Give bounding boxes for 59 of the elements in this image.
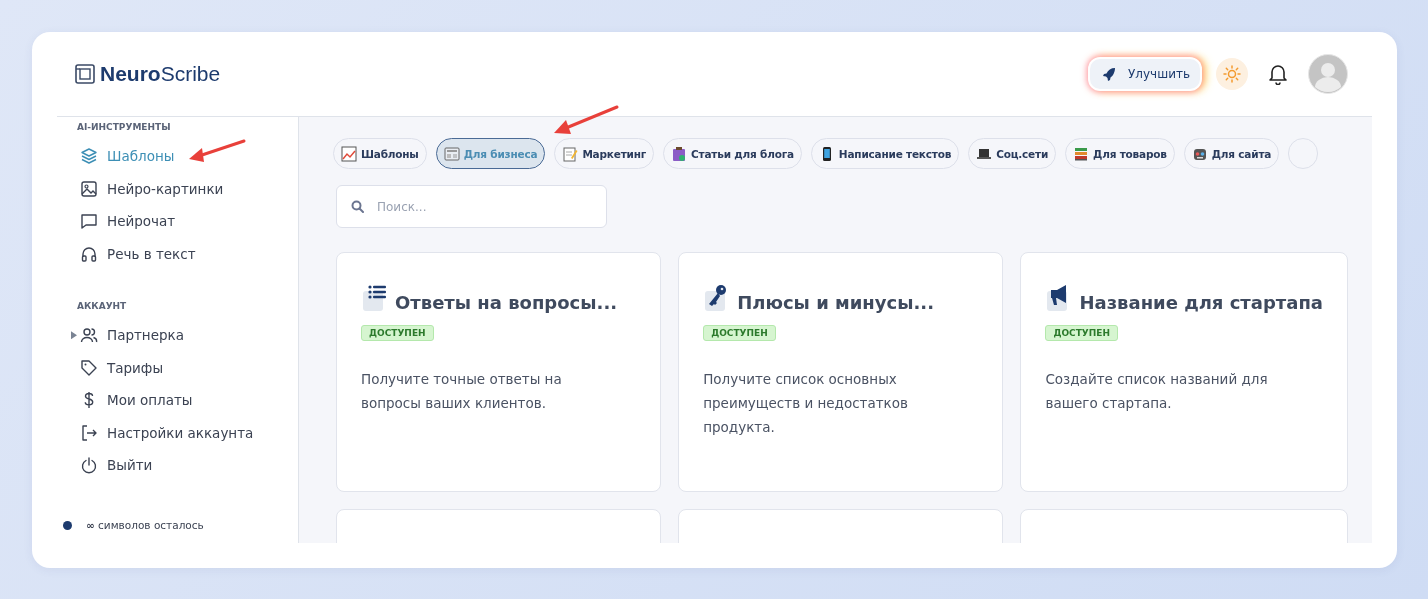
section-heading: AI-ИНСТРУМЕНТЫ	[76, 121, 172, 134]
chart-icon	[341, 145, 357, 162]
theme-toggle-button[interactable]	[1216, 58, 1248, 90]
card-description: Создайте список названий для вашего стартапа.	[1045, 370, 1269, 413]
category-chip[interactable]: Для сайта	[1183, 138, 1280, 169]
category-chip[interactable]: Для товаров	[1065, 138, 1175, 169]
status-badge: ДОСТУПЕН	[1045, 325, 1118, 341]
section-heading: АККАУНТ	[76, 300, 128, 313]
category-chip[interactable]: Написание текстов	[810, 138, 960, 169]
nav-item[interactable]: Шаблоны	[57, 140, 175, 173]
nav-item[interactable]: Мои оплаты	[57, 384, 193, 417]
tag-icon	[80, 358, 98, 377]
credits-remaining: ∞ символов осталось	[86, 519, 204, 531]
logo-icon	[75, 64, 95, 84]
nav-item[interactable]: Партнерка	[57, 319, 184, 352]
category-chip[interactable]: Маркетинг	[554, 138, 655, 169]
nav-item[interactable]: Настройки аккаунта	[57, 416, 254, 449]
card-title: Название для стартапа	[1079, 292, 1323, 313]
people-icon	[80, 326, 98, 345]
avatar[interactable]	[1308, 54, 1348, 94]
caret-icon	[71, 331, 77, 340]
nav-item[interactable]: Речь в текст	[57, 237, 196, 270]
power-icon	[80, 456, 98, 475]
status-dot	[63, 520, 72, 530]
newspaper-icon	[443, 145, 460, 162]
card-title: Ответы на вопросы...	[395, 292, 618, 313]
nav-item[interactable]: Тарифы	[57, 351, 164, 384]
annotation-arrow	[552, 104, 620, 136]
card-title: Плюсы и минусы...	[737, 292, 934, 313]
card-description: Получите точные ответы на вопросы ваших клиентов.	[361, 370, 563, 413]
template-card[interactable]: Плюсы и минусы... ДОСТУПЕН Получите список основных преимуществ и недостатков продукта.	[678, 252, 1004, 492]
upgrade-button[interactable]: Улучшить	[1090, 59, 1200, 89]
template-card[interactable]: Название для стартапа ДОСТУПЕН Создайте список названий для вашего стартапа.	[1020, 252, 1348, 492]
category-chip[interactable]: Шаблоны	[333, 138, 427, 169]
clipboard-icon	[671, 145, 688, 162]
search-field[interactable]: Поиск...	[336, 185, 607, 228]
exit-icon	[80, 423, 98, 442]
status-badge: ДОСТУПЕН	[703, 325, 776, 341]
rocket-icon	[1102, 67, 1116, 81]
category-chip[interactable]: Статьи для блога	[663, 138, 802, 169]
layers-icon	[80, 147, 98, 166]
list-icon	[361, 283, 389, 313]
nav-item[interactable]: Выйти	[57, 449, 153, 482]
template-card[interactable]: Ответы на вопросы... ДОСТУПЕН Получите точные ответы на вопросы ваших клиентов.	[336, 252, 662, 492]
card-description: Получите список основных преимуществ и недостатков продукта.	[703, 370, 909, 437]
memo-icon	[562, 145, 579, 162]
category-chip[interactable]	[1288, 138, 1319, 169]
sun-icon	[1223, 65, 1241, 83]
status-badge: ДОСТУПЕН	[361, 325, 434, 341]
nav-item[interactable]: Нейрочат	[57, 205, 176, 238]
bell-icon[interactable]	[1268, 63, 1288, 85]
books-icon	[1073, 145, 1090, 162]
category-chip[interactable]: Соц.сети	[968, 138, 1057, 169]
logo-text[interactable]: NeuroScribe	[100, 62, 221, 86]
headphones-icon	[80, 244, 98, 263]
image-icon	[80, 179, 98, 198]
annotation-arrow	[187, 138, 247, 164]
chat-bubble-icon	[80, 212, 98, 231]
nav-item[interactable]: Нейро-картинки	[57, 172, 224, 205]
